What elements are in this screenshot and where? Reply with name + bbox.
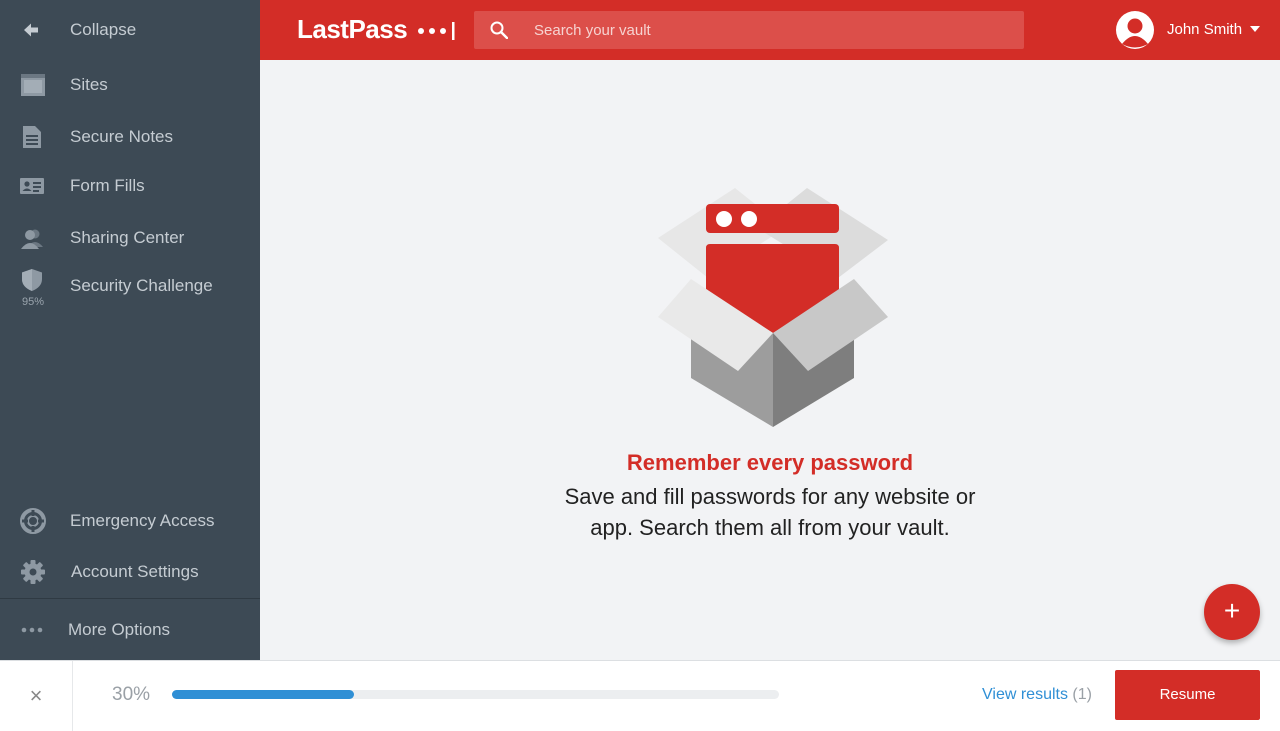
sidebar-item-emergency-access[interactable]: Emergency Access xyxy=(0,501,260,541)
logo-text: LastPass xyxy=(297,14,408,44)
bottom-bar: × 30% View results (1) Resume xyxy=(0,660,1280,731)
progress-percent: 30% xyxy=(112,684,151,705)
users-icon xyxy=(21,229,43,249)
progress-bar xyxy=(172,690,779,699)
resume-button[interactable]: Resume xyxy=(1115,670,1260,720)
top-bar: LastPass John Smith xyxy=(260,0,1280,60)
open-box-illustration-icon xyxy=(658,188,888,427)
progress-bar-fill xyxy=(172,690,355,699)
arrow-left-icon xyxy=(24,23,38,37)
lifebuoy-icon xyxy=(20,508,46,534)
search-icon xyxy=(490,21,508,39)
empty-state-title: Remember every password xyxy=(626,450,914,475)
view-results-count: (1) xyxy=(1072,686,1092,703)
username: John Smith xyxy=(1167,21,1243,38)
document-icon xyxy=(23,126,41,148)
sidebar-item-label: Security Challenge xyxy=(70,276,213,295)
chevron-down-icon xyxy=(1250,26,1260,32)
add-item-button[interactable]: + xyxy=(1204,584,1260,640)
avatar xyxy=(1116,11,1154,49)
vault-search xyxy=(474,11,1024,49)
sidebar-item-secure-notes[interactable]: Secure Notes xyxy=(0,117,260,157)
more-options-button[interactable]: More Options xyxy=(0,610,260,650)
sidebar-item-label: Secure Notes xyxy=(70,127,173,146)
sidebar-item-label: Form Fills xyxy=(70,176,145,195)
sidebar-item-form-fills[interactable]: Form Fills xyxy=(0,166,260,206)
security-score: 95% xyxy=(22,296,45,308)
view-results-label: View results xyxy=(982,686,1068,703)
more-dots-icon xyxy=(21,627,43,633)
close-button[interactable]: × xyxy=(0,661,73,731)
sidebar: Collapse Sites Secure Notes Form Fills S… xyxy=(0,0,260,660)
shield-icon xyxy=(22,269,42,291)
user-menu[interactable]: John Smith xyxy=(1116,11,1266,49)
sidebar-item-label: Sharing Center xyxy=(70,228,185,247)
sidebar-item-account-settings[interactable]: Account Settings xyxy=(0,552,260,592)
user-icon xyxy=(1117,12,1153,48)
collapse-button[interactable]: Collapse xyxy=(0,10,260,50)
search-input[interactable] xyxy=(534,11,1004,49)
sidebar-item-label: More Options xyxy=(68,620,171,639)
browser-window-icon xyxy=(21,74,45,96)
lastpass-logo: LastPass xyxy=(297,14,458,45)
view-results-link[interactable]: View results (1) xyxy=(982,686,1092,704)
collapse-label: Collapse xyxy=(70,20,137,39)
empty-state-description: Save and fill passwords for any website … xyxy=(564,484,976,540)
sidebar-item-sites[interactable]: Sites xyxy=(0,65,260,105)
gear-icon xyxy=(21,560,45,584)
sidebar-item-label: Account Settings xyxy=(71,562,199,581)
sidebar-item-label: Emergency Access xyxy=(70,511,215,530)
sidebar-divider xyxy=(0,598,260,599)
id-card-icon xyxy=(20,178,44,194)
sidebar-item-label: Sites xyxy=(70,75,108,94)
sidebar-item-sharing-center[interactable]: Sharing Center xyxy=(0,218,260,258)
logo-dots-icon xyxy=(417,22,455,41)
